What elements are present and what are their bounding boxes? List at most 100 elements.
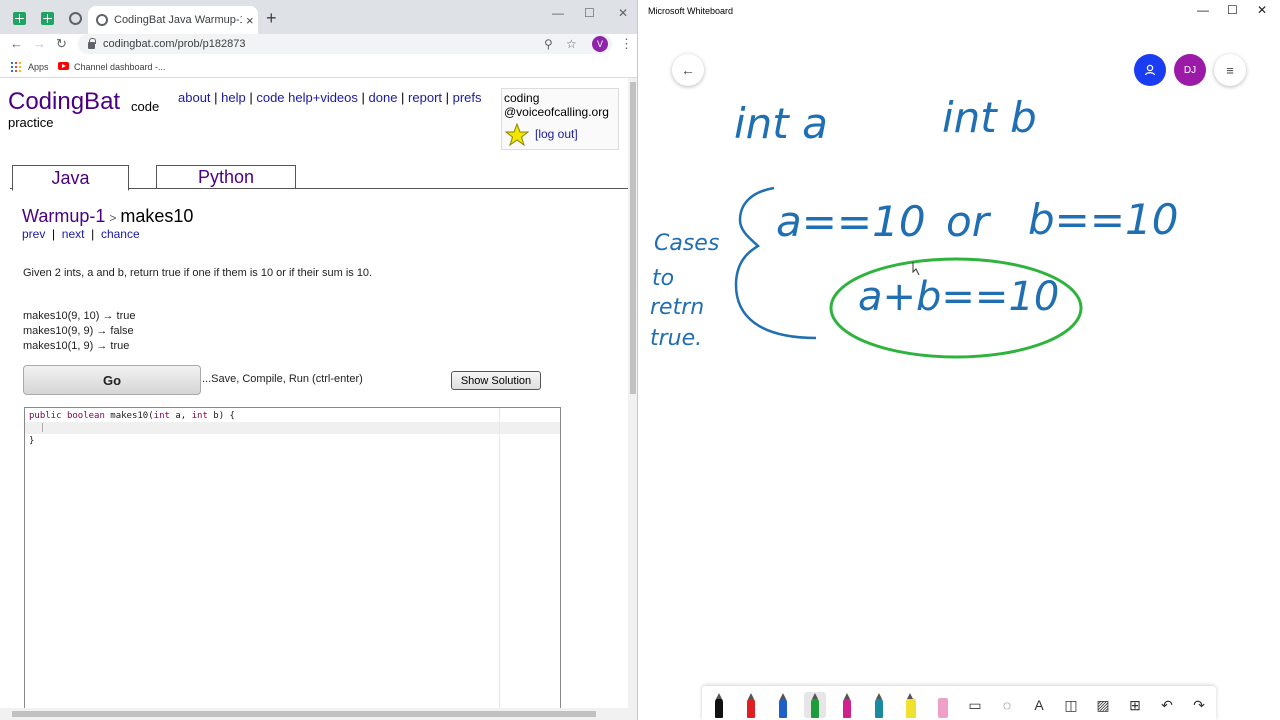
- code-line-3: }: [29, 436, 35, 446]
- print-margin: [499, 408, 500, 720]
- scrollbar-thumb[interactable]: [630, 82, 636, 394]
- maximize-button[interactable]: ☐: [1227, 3, 1238, 17]
- ink-green-circle: [829, 257, 1083, 359]
- tab-title: CodingBat Java Warmup-1 makes10: [114, 14, 242, 26]
- ink-true-label: true.: [650, 326, 702, 351]
- close-button[interactable]: ✕: [1257, 3, 1267, 17]
- go-hint-text: ...Save, Compile, Run (ctrl-enter): [202, 373, 363, 385]
- user-box: coding @voiceofcalling.org [log out]: [501, 88, 619, 150]
- user-avatar[interactable]: DJ: [1174, 54, 1206, 86]
- ink-int-b: int b: [942, 93, 1037, 142]
- top-navigation: about | help | code help+videos | done |…: [178, 90, 482, 105]
- scrollbar-thumb[interactable]: [12, 711, 596, 717]
- add-icon[interactable]: ⊞: [1124, 692, 1146, 718]
- back-arrow-icon[interactable]: ←: [672, 54, 704, 86]
- breadcrumb-separator: >: [109, 211, 117, 225]
- image-icon[interactable]: ▨: [1092, 692, 1114, 718]
- code-editor[interactable]: public boolean makes10(int a, int b) { |…: [24, 407, 561, 720]
- redo-icon[interactable]: ↷: [1188, 692, 1210, 718]
- bookmark-apps[interactable]: Apps: [28, 62, 49, 72]
- nav-report[interactable]: report: [408, 90, 442, 105]
- blue-pen-tool[interactable]: [772, 692, 794, 718]
- browser-toolbar: ← → ↻ codingbat.com/prob/p182873 ⚲ ☆: [0, 34, 637, 56]
- profile-avatar[interactable]: V: [592, 36, 608, 52]
- tab-python[interactable]: Python: [156, 165, 296, 189]
- red-pen-tool[interactable]: [740, 692, 762, 718]
- vertical-scrollbar[interactable]: [628, 78, 637, 720]
- horizontal-scrollbar[interactable]: [0, 708, 628, 720]
- pinned-tab-sheets-1[interactable]: [8, 8, 30, 28]
- green-pen-tool[interactable]: [804, 692, 826, 718]
- tab-close-icon[interactable]: ×: [246, 13, 254, 28]
- magenta-pen-tool[interactable]: [836, 692, 858, 718]
- examples-list: makes10(9, 10) → true makes10(9, 9) → fa…: [23, 309, 136, 354]
- bookmarks-bar: Apps Channel dashboard -...: [0, 56, 637, 78]
- codingbat-logo[interactable]: CodingBat: [8, 88, 120, 116]
- new-tab-button[interactable]: +: [266, 8, 277, 29]
- highlighter-tool[interactable]: [900, 692, 922, 718]
- maximize-button[interactable]: ☐: [584, 6, 595, 20]
- eraser-tool[interactable]: [932, 692, 954, 718]
- user-line-1: coding: [504, 91, 540, 105]
- nav-about[interactable]: about: [178, 90, 211, 105]
- go-button[interactable]: Go: [23, 365, 201, 395]
- teal-pen-tool[interactable]: [868, 692, 890, 718]
- sheets-icon: [12, 11, 26, 25]
- ink-canvas[interactable]: int a int b Cases to retrn true. a==10 o…: [640, 0, 1280, 720]
- whiteboard-title: Microsoft Whiteboard: [648, 6, 734, 16]
- next-link[interactable]: next: [62, 227, 85, 241]
- ruler-icon[interactable]: ▭: [964, 692, 986, 718]
- text-icon[interactable]: A: [1028, 692, 1050, 718]
- tab-codingbat[interactable]: CodingBat Java Warmup-1 makes10 ×: [88, 6, 258, 34]
- address-bar[interactable]: codingbat.com/prob/p182873: [78, 34, 612, 54]
- logout-link[interactable]: [log out]: [535, 127, 578, 141]
- nav-prefs[interactable]: prefs: [453, 90, 482, 105]
- reload-icon[interactable]: ↻: [56, 36, 67, 52]
- problem-navigation: prev | next | chance: [22, 227, 140, 241]
- example-item: makes10(9, 10) → true: [23, 310, 136, 322]
- nav-code-help-videos[interactable]: code help+videos: [256, 90, 358, 105]
- ink-or: or: [946, 197, 992, 246]
- hamburger-menu-icon[interactable]: ≡: [1214, 54, 1246, 86]
- lasso-icon[interactable]: ◌: [996, 692, 1018, 718]
- logo-code-text: code: [131, 99, 160, 114]
- zoom-icon[interactable]: ⚲: [544, 37, 553, 51]
- bookmark-channel-dashboard[interactable]: Channel dashboard -...: [74, 62, 166, 72]
- pinned-tab-site[interactable]: [64, 8, 86, 28]
- problem-prompt: Given 2 ints, a and b, return true if on…: [23, 267, 373, 279]
- note-icon[interactable]: ◫: [1060, 692, 1082, 718]
- undo-icon[interactable]: ↶: [1156, 692, 1178, 718]
- breadcrumb-section[interactable]: Warmup-1: [22, 206, 105, 226]
- nav-done[interactable]: done: [369, 90, 398, 105]
- forward-arrow-icon[interactable]: →: [33, 36, 46, 51]
- tab-java[interactable]: Java: [12, 165, 129, 191]
- pinned-tab-sheets-2[interactable]: [36, 8, 58, 28]
- url-text: codingbat.com/prob/p182873: [103, 38, 246, 50]
- globe-icon: [68, 11, 82, 25]
- example-item: makes10(1, 9) → true: [23, 340, 130, 352]
- problem-title: makes10: [120, 206, 194, 226]
- chance-link[interactable]: chance: [101, 227, 140, 241]
- sheets-icon: [40, 11, 54, 25]
- prev-link[interactable]: prev: [22, 227, 45, 241]
- ink-condition-a: a==10: [776, 197, 926, 246]
- globe-icon: [96, 14, 108, 26]
- example-item: makes10(9, 9) → false: [23, 325, 134, 337]
- browser-window: CodingBat Java Warmup-1 makes10 × + — ☐ …: [0, 0, 638, 720]
- ink-cases-label: Cases: [654, 231, 719, 256]
- minimize-button[interactable]: —: [552, 6, 564, 20]
- nav-help[interactable]: help: [221, 90, 246, 105]
- ink-to-label: to: [652, 266, 674, 291]
- pen-tray: ▭ ◌ A ◫ ▨ ⊞ ↶ ↷: [702, 686, 1216, 720]
- show-solution-button[interactable]: Show Solution: [451, 371, 541, 390]
- browser-menu-icon[interactable]: ⋮: [620, 36, 633, 52]
- minimize-button[interactable]: —: [1197, 3, 1209, 17]
- breadcrumb: Warmup-1 > makes10: [22, 206, 193, 227]
- black-pen-tool[interactable]: [708, 692, 730, 718]
- back-arrow-icon[interactable]: ←: [10, 36, 23, 51]
- invite-user-icon[interactable]: [1134, 54, 1166, 86]
- lock-icon: [88, 38, 96, 49]
- bookmark-star-icon[interactable]: ☆: [566, 37, 577, 51]
- close-button[interactable]: ✕: [618, 6, 628, 20]
- mouse-cursor-icon: [912, 262, 920, 276]
